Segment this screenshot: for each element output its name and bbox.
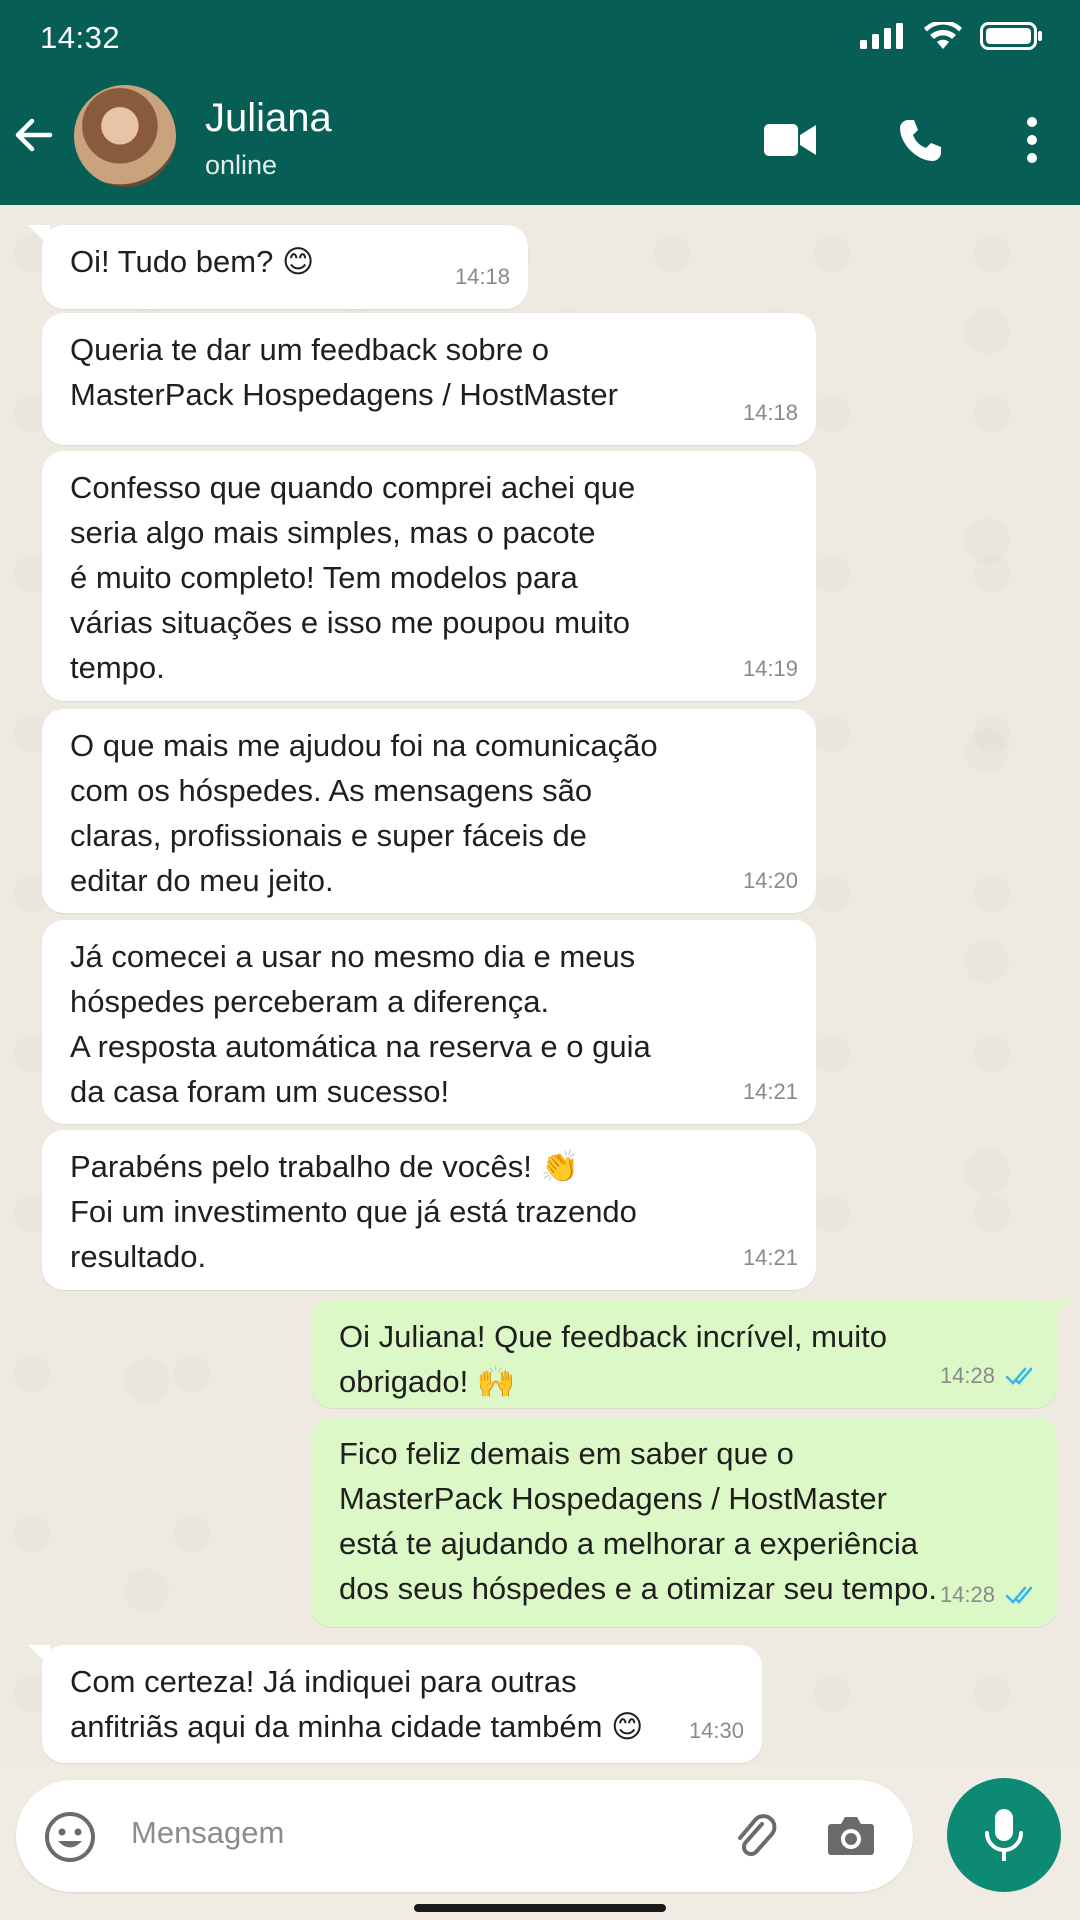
- message-line: Confesso que quando comprei achei que: [70, 470, 636, 505]
- message-bubble-incoming[interactable]: Parabéns pelo trabalho de vocês! 👏 Foi u…: [42, 1130, 816, 1290]
- chat-area[interactable]: Oi! Tudo bem? 😊 14:18 Queria te dar um f…: [0, 205, 1080, 1765]
- video-call-icon[interactable]: [762, 120, 818, 160]
- message-line: hóspedes perceberam a diferença.: [70, 984, 550, 1019]
- message-line: obrigado! 🙌: [339, 1364, 516, 1399]
- message-timestamp: 14:18: [454, 264, 510, 289]
- back-arrow-icon[interactable]: [10, 112, 56, 158]
- message-timestamp: 14:19: [742, 656, 798, 681]
- message-line: tempo.: [70, 650, 165, 685]
- message-composer[interactable]: Mensagem: [16, 1780, 913, 1892]
- contact-status: online: [205, 150, 278, 180]
- message-timestamp: 14:28: [940, 1353, 1039, 1398]
- status-bar-icons: [860, 22, 1044, 50]
- emoji-icon[interactable]: [43, 1810, 97, 1864]
- message-line: é muito completo! Tem modelos para: [70, 560, 578, 595]
- message-line: claras, profissionais e super fáceis de: [70, 818, 587, 853]
- message-line: da casa foram um sucesso!: [70, 1074, 450, 1109]
- message-line: seria algo mais simples, mas o pacote: [70, 515, 596, 550]
- message-bubble-incoming[interactable]: Com certeza! Já indiquei para outras anf…: [28, 1645, 762, 1763]
- message-bubble-outgoing[interactable]: Oi Juliana! Que feedback incrível, muito…: [311, 1300, 1071, 1408]
- message-line: está te ajudando a melhorar a experiênci…: [339, 1526, 919, 1561]
- message-bubble-incoming[interactable]: Queria te dar um feedback sobre o Master…: [42, 313, 816, 445]
- message-bubble-incoming[interactable]: O que mais me ajudou foi na comunicação …: [42, 709, 816, 913]
- message-timestamp: 14:18: [742, 400, 798, 425]
- message-bubble-outgoing[interactable]: Fico feliz demais em saber que o MasterP…: [311, 1417, 1057, 1627]
- message-line: Oi Juliana! Que feedback incrível, muito: [339, 1319, 887, 1354]
- mic-button[interactable]: [947, 1778, 1061, 1892]
- message-timestamp: 14:20: [742, 868, 798, 893]
- message-line: Com certeza! Já indiquei para outras: [70, 1664, 577, 1699]
- message-line: editar do meu jeito.: [70, 863, 334, 898]
- double-check-icon: [1005, 1586, 1033, 1604]
- message-line: Fico feliz demais em saber que o: [339, 1436, 794, 1471]
- contact-avatar[interactable]: [74, 85, 176, 187]
- message-line: Oi! Tudo bem? 😊: [70, 244, 315, 279]
- message-line: A resposta automática na reserva e o gui…: [70, 1029, 651, 1064]
- message-line: Já comecei a usar no mesmo dia e meus: [70, 939, 636, 974]
- message-timestamp: 14:28: [940, 1572, 1039, 1617]
- message-line: com os hóspedes. As mensagens são: [70, 773, 593, 808]
- contact-name[interactable]: Juliana: [205, 96, 332, 141]
- message-bubble-incoming[interactable]: Já comecei a usar no mesmo dia e meus hó…: [42, 920, 816, 1124]
- signal-icon: [860, 23, 903, 49]
- chat-header: 14:32 Juliana online: [0, 0, 1080, 205]
- attach-icon[interactable]: [732, 1810, 780, 1864]
- message-timestamp: 14:21: [742, 1245, 798, 1270]
- double-check-icon: [1005, 1367, 1033, 1385]
- message-bubble-incoming[interactable]: Confesso que quando comprei achei que se…: [42, 451, 816, 701]
- message-line: Foi um investimento que já está trazendo: [70, 1194, 637, 1229]
- camera-icon[interactable]: [826, 1812, 876, 1858]
- message-line: anfitriãs aqui da minha cidade também 😊: [70, 1709, 644, 1744]
- status-bar-time: 14:32: [40, 20, 121, 55]
- phone-icon[interactable]: [895, 116, 945, 166]
- battery-icon: [980, 22, 1042, 50]
- mic-icon: [985, 1809, 1023, 1861]
- message-line: O que mais me ajudou foi na comunicação: [70, 728, 658, 763]
- message-line: resultado.: [70, 1239, 207, 1274]
- more-options-icon[interactable]: [1022, 116, 1042, 164]
- message-line: Queria te dar um feedback sobre o: [70, 332, 550, 367]
- message-line: várias situações e isso me poupou muito: [70, 605, 631, 640]
- message-line: Parabéns pelo trabalho de vocês! 👏: [70, 1149, 580, 1184]
- message-line: dos seus hóspedes e a otimizar seu tempo…: [339, 1571, 937, 1606]
- message-line: MasterPack Hospedagens / HostMaster: [339, 1481, 887, 1516]
- wifi-icon: [924, 22, 962, 49]
- message-input[interactable]: Mensagem: [131, 1815, 284, 1851]
- message-bubble-incoming[interactable]: Oi! Tudo bem? 😊 14:18: [28, 225, 528, 309]
- message-line: MasterPack Hospedagens / HostMaster: [70, 377, 618, 412]
- message-timestamp: 14:21: [742, 1079, 798, 1104]
- home-indicator[interactable]: [414, 1904, 666, 1912]
- message-timestamp: 14:30: [688, 1718, 744, 1743]
